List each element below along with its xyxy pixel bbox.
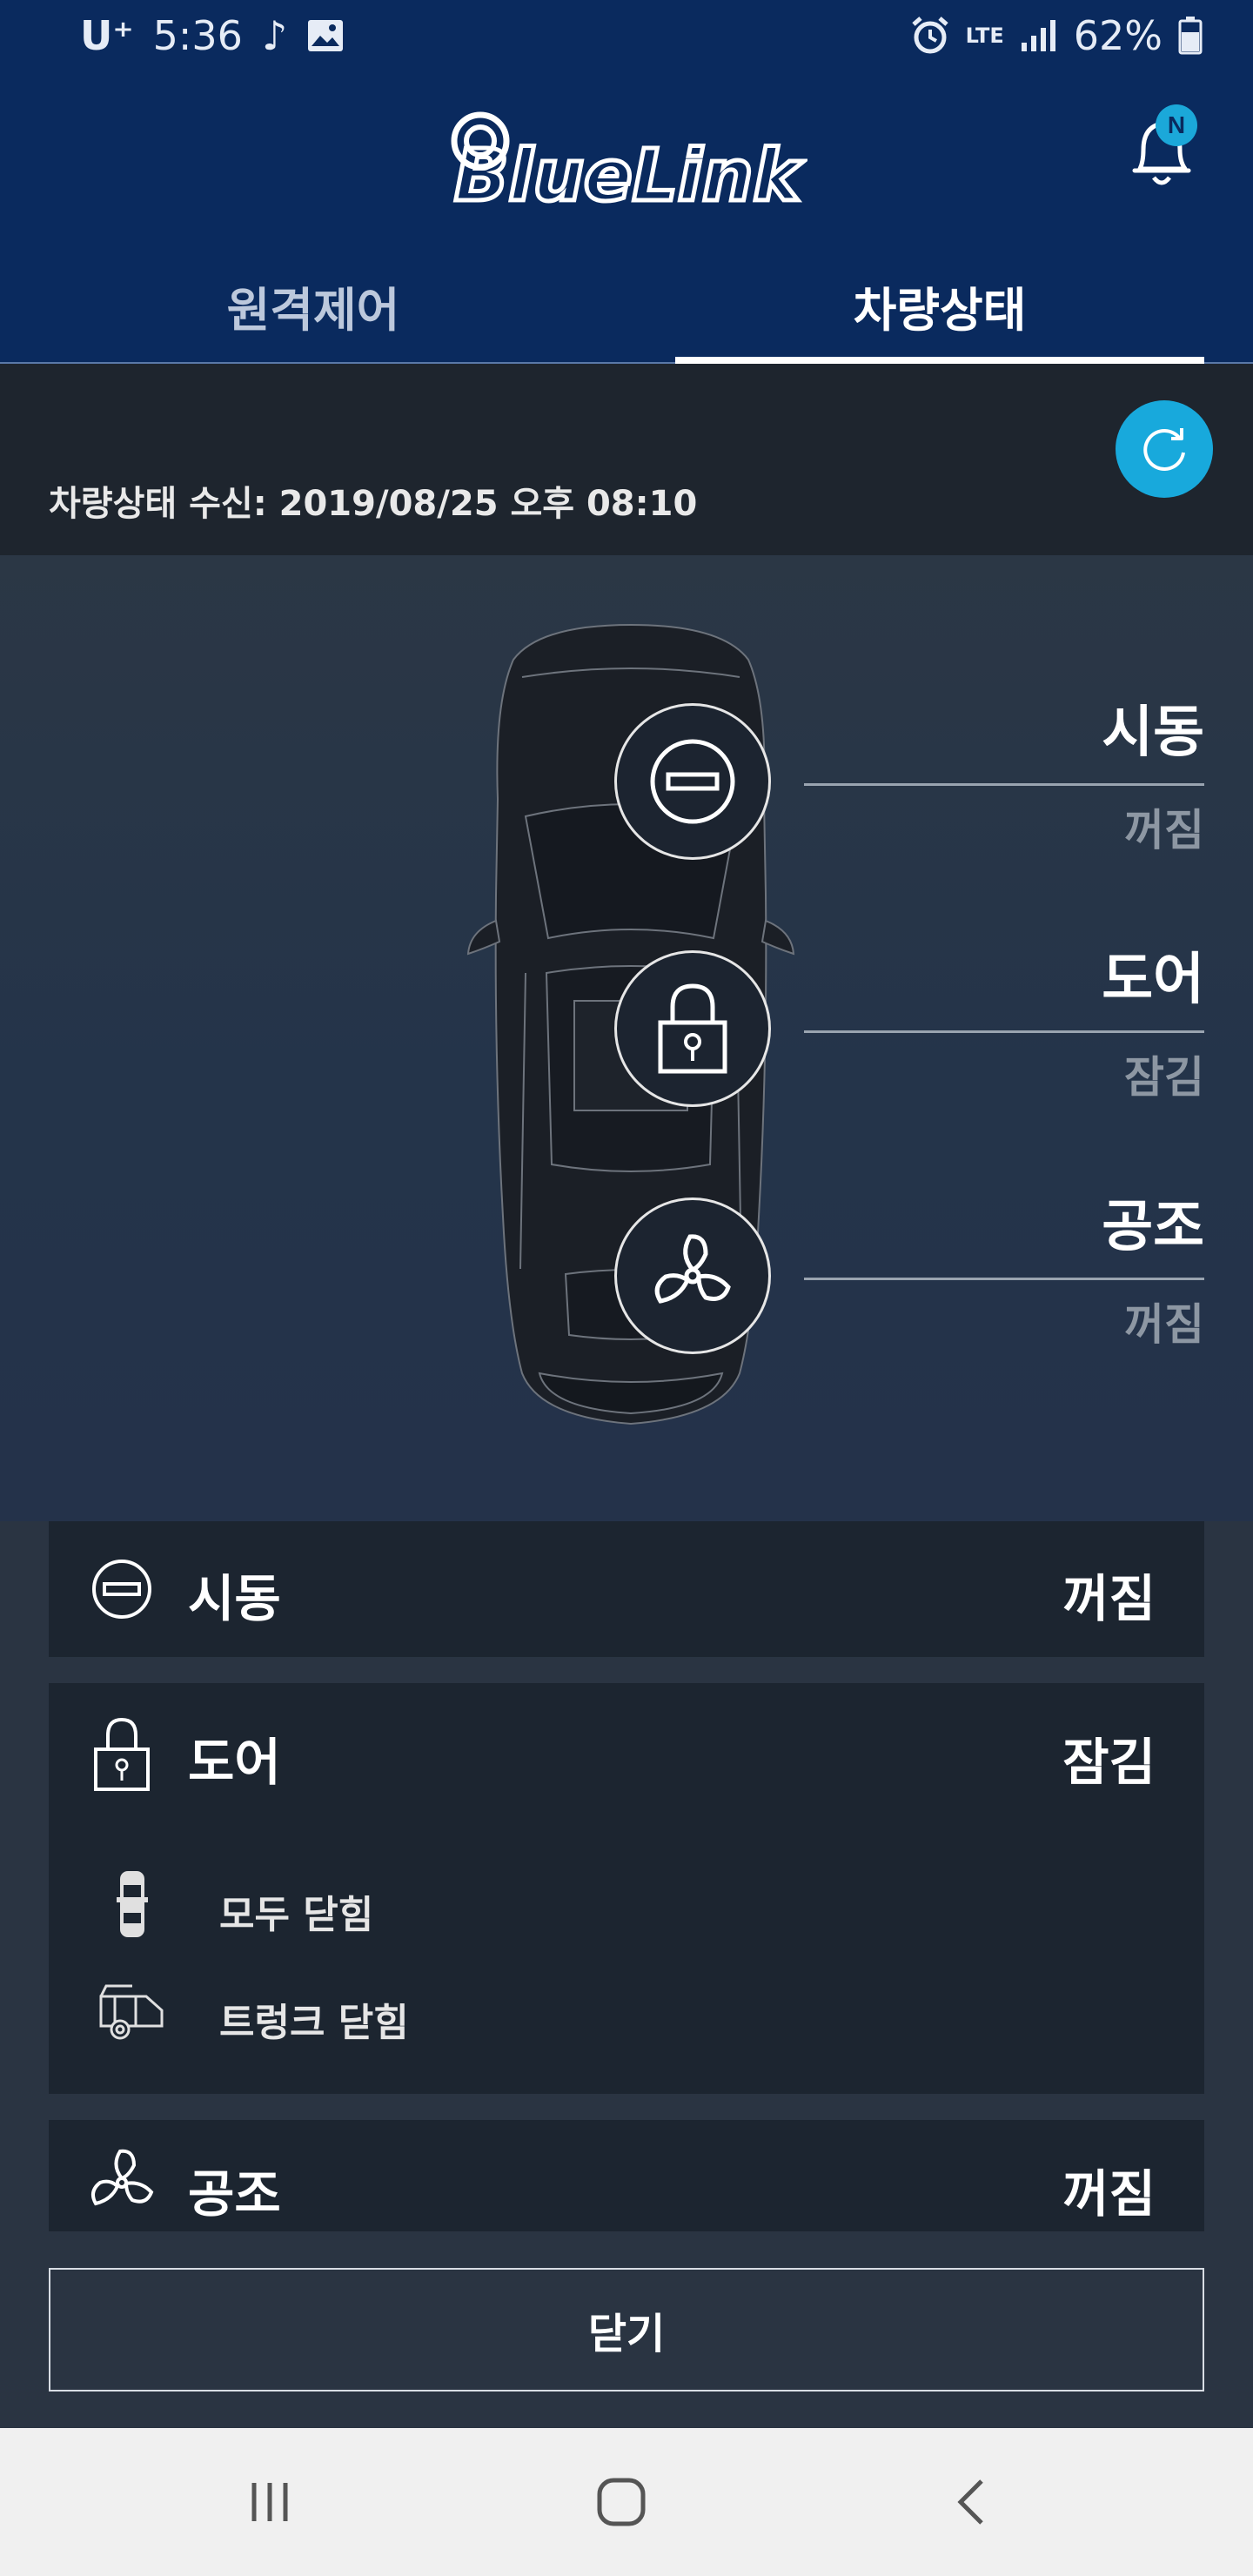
engine-callout-title: 시동 (1102, 701, 1204, 765)
engine-off-icon (92, 1560, 151, 1619)
trunk-icon (99, 1984, 164, 2040)
notification-badge: N (1156, 104, 1197, 146)
alarm-icon (912, 17, 948, 54)
battery-icon (1178, 17, 1203, 55)
carrier-label: U⁺ (80, 12, 134, 59)
climate-label: 공조 (188, 2164, 281, 2224)
engine-status-indicator (614, 703, 771, 860)
engine-callout-line (804, 783, 1204, 786)
door-callout-title: 도어 (1102, 948, 1204, 1012)
climate-status-indicator (614, 1197, 771, 1354)
door-detail-trunk-closed: 트렁크 닫힘 (219, 2001, 409, 2045)
status-received-time: 차량상태 수신: 2019/08/25 오후 08:10 (49, 484, 698, 524)
engine-off-icon (650, 739, 735, 824)
signal-icon (1021, 20, 1055, 51)
back-chevron-icon (957, 2479, 983, 2525)
status-info-bar: 차량상태 수신: 2019/08/25 오후 08:10 (0, 364, 1253, 555)
engine-label: 시동 (188, 1569, 281, 1628)
close-button[interactable]: 닫기 (49, 2268, 1204, 2392)
fan-icon (90, 2149, 154, 2206)
network-type: LTE (965, 23, 1004, 48)
home-icon (597, 2478, 646, 2526)
tab-vehicle-status[interactable]: 차량상태 (675, 247, 1204, 364)
music-note-icon: ♪ (261, 12, 288, 59)
door-status-indicator (614, 950, 771, 1107)
engine-value: 꺼짐 (1062, 1569, 1156, 1628)
vehicle-overview: 시동 꺼짐 도어 잠김 공조 꺼짐 (0, 555, 1253, 1521)
climate-callout-title: 공조 (1102, 1195, 1204, 1259)
tab-bar: 원격제어 차량상태 (0, 247, 1253, 364)
refresh-icon (1143, 428, 1185, 471)
door-value: 잠김 (1062, 1733, 1156, 1792)
system-navigation-bar (0, 2428, 1253, 2576)
door-detail-all-closed: 모두 닫힘 (219, 1893, 374, 1937)
clock: 5:36 (152, 12, 243, 59)
engine-callout-value: 꺼짐 (1124, 805, 1204, 855)
door-label: 도어 (188, 1733, 281, 1792)
door-callout-value: 잠김 (1124, 1052, 1204, 1103)
climate-callout-line (804, 1278, 1204, 1280)
tab-remote-control[interactable]: 원격제어 (0, 247, 626, 364)
car-top-icon (117, 1871, 148, 1937)
recent-apps-button[interactable] (218, 2463, 322, 2541)
climate-callout-value: 꺼짐 (1124, 1299, 1204, 1350)
logo-wordmark: BlueLink (454, 135, 804, 211)
engine-status-card: 시동 꺼짐 (49, 1521, 1204, 1657)
recent-apps-icon (251, 2483, 288, 2521)
climate-value: 꺼짐 (1062, 2164, 1156, 2224)
battery-percent: 62% (1073, 12, 1163, 59)
status-bar: U⁺ 5:36 ♪ LTE 62% (0, 0, 1253, 75)
padlock-icon (94, 1717, 150, 1791)
door-callout-line (804, 1030, 1204, 1033)
padlock-icon (658, 983, 727, 1074)
refresh-button[interactable] (1116, 400, 1213, 498)
back-button[interactable] (921, 2463, 1025, 2541)
bluelink-logo: BlueLink (451, 111, 807, 211)
app-header: BlueLink N 원격제어 차량상태 (0, 75, 1253, 364)
door-status-card: 도어 잠김 모두 닫힘 트렁크 닫힘 (49, 1683, 1204, 2094)
app-root: U⁺ 5:36 ♪ LTE 62% BlueLink N 원격제어 차량상태 차… (0, 0, 1253, 2576)
home-button[interactable] (569, 2463, 673, 2541)
climate-status-card: 공조 꺼짐 (49, 2120, 1204, 2231)
image-icon (308, 20, 344, 51)
fan-icon (654, 1234, 731, 1304)
active-tab-indicator (675, 357, 1204, 364)
